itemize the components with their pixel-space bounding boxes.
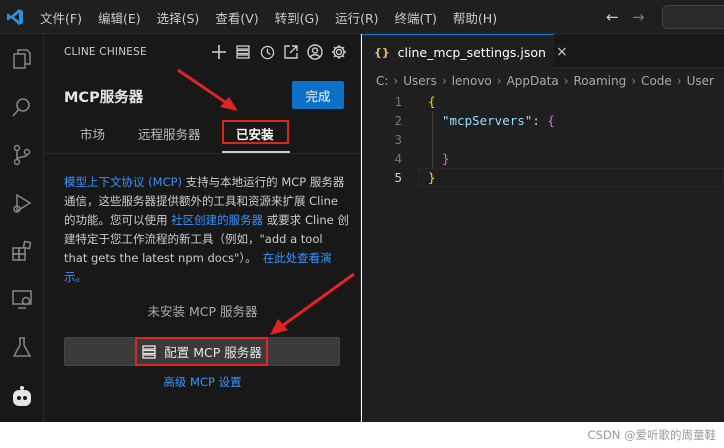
menu-help[interactable]: 帮助(H)	[453, 8, 497, 27]
back-arrow-icon[interactable]: ←	[606, 8, 619, 26]
configure-button-highlight-box	[135, 337, 268, 366]
tab-remote-servers[interactable]: 远程服务器	[138, 124, 201, 143]
mcp-tabs: 市场 远程服务器 已安装	[44, 118, 361, 154]
menu-selection[interactable]: 选择(S)	[157, 8, 200, 27]
no-servers-message: 未安装 MCP 服务器	[147, 304, 258, 319]
testing-flask-icon[interactable]	[9, 334, 35, 360]
tab-marketplace[interactable]: 市场	[80, 124, 105, 143]
account-icon[interactable]	[306, 43, 324, 61]
code-line: 3	[362, 130, 724, 149]
run-debug-icon[interactable]	[9, 190, 35, 216]
breadcrumb-item[interactable]: Users	[403, 74, 437, 88]
activity-bar	[0, 34, 44, 422]
installed-tab-highlight-box	[222, 120, 289, 144]
watermark-text: CSDN @爱听歌的周童鞋	[587, 428, 716, 442]
editor-tab-bar: {} cline_mcp_settings.json ×	[362, 34, 724, 69]
footer-band: CSDN @爱听歌的周童鞋	[0, 422, 724, 448]
code-line: 4 }	[362, 149, 724, 168]
line-number: 1	[394, 94, 402, 109]
menu-go[interactable]: 转到(G)	[275, 8, 319, 27]
breadcrumb-item[interactable]: Roaming	[574, 74, 627, 88]
code-text: }	[442, 151, 450, 166]
community-servers-link[interactable]: 社区创建的服务器	[171, 213, 263, 227]
json-key: "mcpServers"	[442, 113, 533, 128]
done-button[interactable]: 完成	[292, 81, 344, 109]
cline-robot-icon[interactable]	[9, 384, 35, 410]
line-number: 3	[394, 132, 402, 147]
line-number: 4	[394, 151, 402, 166]
mcp-servers-title: MCP服务器	[64, 90, 144, 106]
breadcrumb-item[interactable]: lenovo	[452, 74, 492, 88]
history-icon[interactable]	[258, 43, 276, 61]
forward-arrow-icon[interactable]: →	[632, 8, 645, 26]
code-line: 2 "mcpServers": {	[362, 111, 724, 130]
menu-view[interactable]: 查看(V)	[215, 8, 258, 27]
editor-tab-json[interactable]: {} cline_mcp_settings.json ×	[362, 34, 568, 69]
plus-icon[interactable]	[210, 43, 228, 61]
settings-gear-icon[interactable]	[330, 43, 348, 61]
close-icon[interactable]: ×	[556, 44, 568, 60]
mcp-description: 模型上下文协议 (MCP) 支持与本地运行的 MCP 服务器通信，这些服务器提供…	[64, 173, 349, 287]
mcp-protocol-link[interactable]: 模型上下文协议 (MCP)	[64, 175, 182, 189]
title-bar: 文件(F) 编辑(E) 选择(S) 查看(V) 转到(G) 运行(R) 终端(T…	[0, 0, 724, 34]
editor-tab-filename: cline_mcp_settings.json	[397, 44, 546, 60]
line-number: 2	[394, 113, 402, 128]
json-brace: {	[547, 113, 555, 128]
json-colon: :	[532, 113, 548, 128]
explorer-icon[interactable]	[9, 46, 35, 72]
code-line: 1 {	[362, 92, 724, 111]
open-external-icon[interactable]	[282, 43, 300, 61]
json-file-icon: {}	[374, 45, 390, 59]
menu-file[interactable]: 文件(F)	[40, 8, 82, 27]
command-center-search[interactable]	[662, 5, 724, 29]
sidebar-header-title: CLINE CHINESE	[64, 46, 147, 58]
editor-area: {} cline_mcp_settings.json × C: › Users › le…	[362, 34, 724, 422]
menu-terminal[interactable]: 终端(T)	[395, 8, 437, 27]
breadcrumb-item[interactable]: Code	[641, 74, 672, 88]
code-editor[interactable]: 1 { 2 "mcpServers": { 3 4 } 5 }	[362, 92, 724, 187]
code-text: }	[428, 170, 436, 185]
code-text: {	[428, 94, 436, 109]
breadcrumb: C: › Users › lenovo › AppData › Roaming › Code › Use…	[376, 74, 714, 88]
breadcrumb-item[interactable]: AppData	[507, 74, 559, 88]
source-control-icon[interactable]	[9, 142, 35, 168]
cline-sidebar: CLINE CHINESE MCP服务器 完成 市场 远程服务器 已安装 模型上…	[44, 34, 361, 422]
vscode-logo-icon	[7, 9, 23, 25]
code-line-current: 5 }	[362, 168, 724, 187]
extensions-icon[interactable]	[9, 238, 35, 264]
menu-run[interactable]: 运行(R)	[335, 8, 378, 27]
current-line-highlight	[418, 168, 724, 187]
breadcrumb-item[interactable]: User	[687, 74, 714, 88]
menu-bar: 文件(F) 编辑(E) 选择(S) 查看(V) 转到(G) 运行(R) 终端(T…	[40, 0, 513, 34]
breadcrumb-item[interactable]: C:	[376, 74, 388, 88]
remote-explorer-icon[interactable]	[9, 286, 35, 312]
code-text: "mcpServers": {	[442, 113, 555, 128]
menu-edit[interactable]: 编辑(E)	[98, 8, 141, 27]
line-number: 5	[394, 170, 402, 185]
search-icon[interactable]	[9, 94, 35, 120]
active-tab-indicator	[222, 151, 290, 153]
sidebar-toolbar	[210, 43, 348, 61]
advanced-mcp-settings-link[interactable]: 高级 MCP 设置	[44, 374, 361, 390]
server-stack-icon[interactable]	[234, 43, 252, 61]
